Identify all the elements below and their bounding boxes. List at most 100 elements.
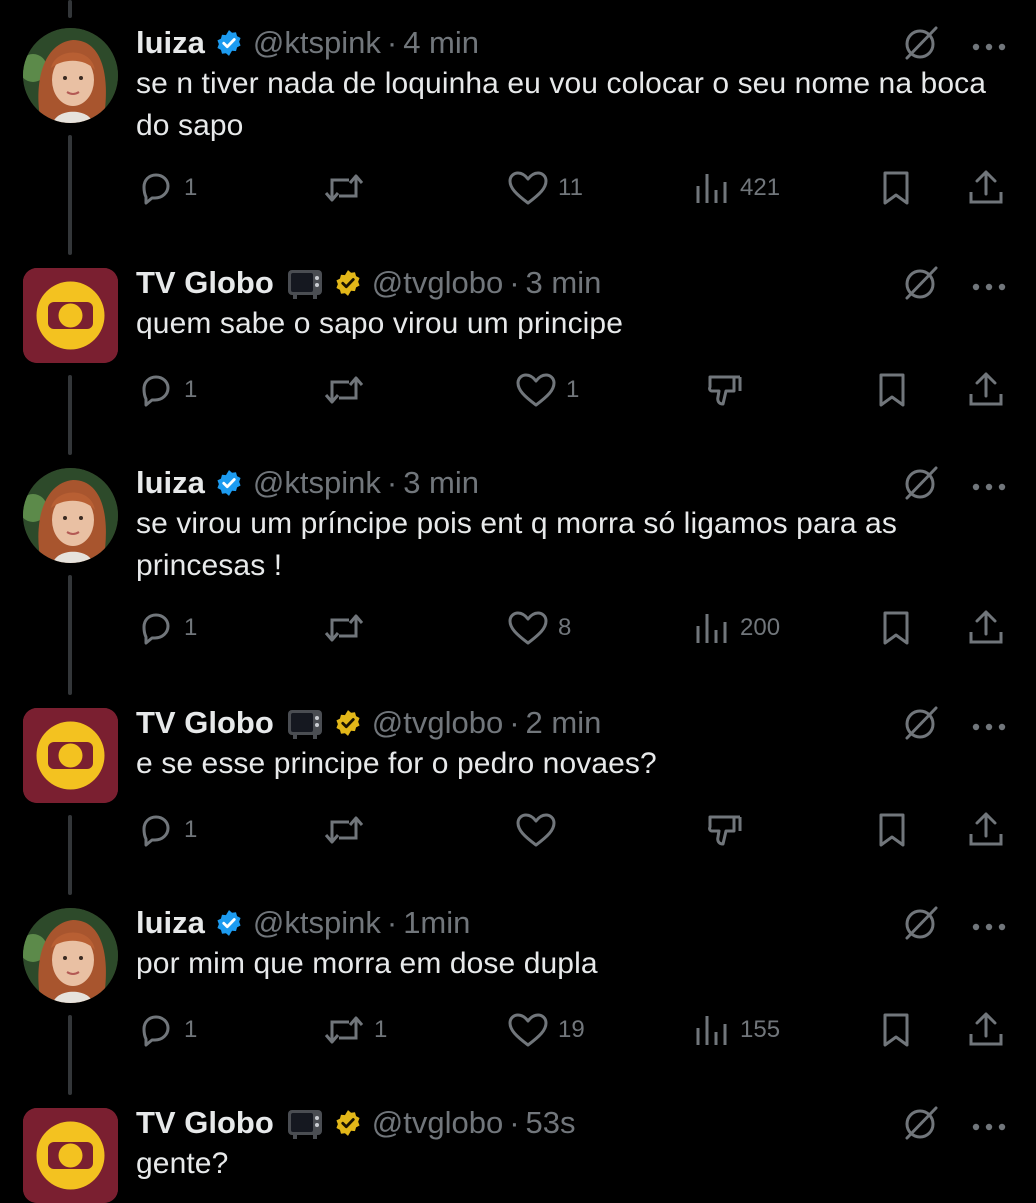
- tweet-text: por mim que morra em dose dupla: [136, 947, 598, 980]
- separator-dot: ·: [386, 25, 398, 60]
- like-button[interactable]: 8: [506, 606, 571, 650]
- separator-dot: ·: [386, 905, 398, 940]
- repost-button[interactable]: [322, 166, 374, 210]
- like-count: 1: [566, 376, 580, 403]
- views-button[interactable]: 200: [692, 606, 780, 650]
- separator-dot: ·: [509, 1105, 520, 1140]
- repost-button[interactable]: [322, 606, 374, 650]
- television-emoji-icon: [286, 704, 324, 742]
- reply-button[interactable]: 1: [136, 606, 197, 650]
- share-icon: [969, 812, 1003, 846]
- action-bar: 1: [0, 808, 1036, 852]
- view-count: 200: [740, 614, 781, 641]
- like-button[interactable]: 1: [514, 368, 579, 412]
- like-count: 8: [558, 614, 572, 641]
- downvote-button[interactable]: [704, 368, 744, 412]
- avatar[interactable]: [23, 708, 118, 803]
- display-name[interactable]: luiza: [136, 25, 205, 61]
- like-button[interactable]: 19: [506, 1008, 585, 1052]
- verified-gold-icon: [334, 269, 362, 297]
- verified-blue-icon: [215, 29, 243, 57]
- heart-icon: [508, 171, 548, 205]
- reply-count: 1: [184, 816, 198, 843]
- timestamp[interactable]: 1min: [403, 905, 470, 941]
- user-handle[interactable]: @ktspink: [253, 465, 381, 501]
- more-options-icon[interactable]: [972, 718, 1006, 731]
- separator-dot: ·: [509, 265, 520, 300]
- avatar[interactable]: [23, 268, 118, 363]
- grok-icon[interactable]: [903, 705, 939, 741]
- repost-button[interactable]: 1: [322, 1008, 387, 1052]
- separator-dot: ·: [509, 705, 520, 740]
- reply-button[interactable]: 1: [136, 1008, 197, 1052]
- like-button[interactable]: 11: [506, 166, 583, 210]
- downvote-button[interactable]: [704, 808, 744, 852]
- share-button[interactable]: [966, 166, 1006, 210]
- avatar[interactable]: [23, 28, 118, 123]
- bookmark-button[interactable]: [872, 368, 912, 412]
- reply-count: 1: [184, 614, 198, 641]
- more-options-icon[interactable]: [972, 38, 1006, 51]
- display-name[interactable]: luiza: [136, 465, 205, 501]
- analytics-icon: [696, 614, 727, 643]
- display-name[interactable]: TV Globo: [136, 705, 274, 741]
- display-name[interactable]: TV Globo: [136, 265, 274, 301]
- grok-icon[interactable]: [903, 25, 939, 61]
- display-name[interactable]: luiza: [136, 905, 205, 941]
- more-options-icon[interactable]: [972, 918, 1006, 931]
- more-options-icon[interactable]: [972, 278, 1006, 291]
- globo-logo-icon: [23, 708, 118, 803]
- repost-button[interactable]: [322, 808, 374, 852]
- bookmark-icon: [883, 1013, 909, 1047]
- reply-button[interactable]: 1: [136, 166, 197, 210]
- tweet-text: se n tiver nada de loquinha eu vou coloc…: [136, 67, 987, 142]
- heart-icon: [516, 373, 556, 407]
- user-handle[interactable]: @ktspink: [253, 905, 381, 941]
- tweet-text: gente?: [136, 1147, 229, 1180]
- grok-icon[interactable]: [903, 905, 939, 941]
- views-button[interactable]: 421: [692, 166, 780, 210]
- views-button[interactable]: 155: [692, 1008, 780, 1052]
- bookmark-button[interactable]: [876, 606, 916, 650]
- tweet-header: TV Globo @tvglobo · 3 min: [136, 258, 601, 308]
- timestamp[interactable]: 4 min: [403, 25, 479, 61]
- grok-icon[interactable]: [903, 1105, 939, 1141]
- bookmark-button[interactable]: [876, 1008, 916, 1052]
- tweet-text: quem sabe o sapo virou um principe: [136, 307, 624, 340]
- user-handle[interactable]: @tvglobo: [372, 1105, 503, 1141]
- repost-icon: [324, 174, 364, 202]
- avatar[interactable]: [23, 468, 118, 563]
- bookmark-icon: [879, 813, 905, 847]
- share-button[interactable]: [966, 808, 1006, 852]
- reply-button[interactable]: 1: [136, 368, 197, 412]
- display-name[interactable]: TV Globo: [136, 1105, 274, 1141]
- timestamp[interactable]: 3 min: [403, 465, 479, 501]
- share-button[interactable]: [966, 606, 1006, 650]
- share-button[interactable]: [966, 368, 1006, 412]
- reply-icon: [142, 173, 170, 205]
- more-options-icon[interactable]: [972, 1118, 1006, 1131]
- timestamp[interactable]: 53s: [526, 1105, 576, 1141]
- action-bar: 1 1 19 155: [0, 1008, 1036, 1052]
- repost-button[interactable]: [322, 368, 374, 412]
- grok-icon[interactable]: [903, 465, 939, 501]
- reply-icon: [142, 1015, 170, 1047]
- user-handle[interactable]: @tvglobo: [372, 265, 503, 301]
- user-handle[interactable]: @ktspink: [253, 25, 381, 61]
- reply-icon: [142, 815, 170, 847]
- share-button[interactable]: [966, 1008, 1006, 1052]
- share-icon: [969, 1012, 1003, 1046]
- user-handle[interactable]: @tvglobo: [372, 705, 503, 741]
- like-button[interactable]: [514, 808, 566, 852]
- timestamp[interactable]: 3 min: [526, 265, 602, 301]
- avatar[interactable]: [23, 908, 118, 1003]
- reply-button[interactable]: 1: [136, 808, 197, 852]
- avatar[interactable]: [23, 1108, 118, 1203]
- bookmark-button[interactable]: [876, 166, 916, 210]
- repost-icon: [324, 614, 364, 642]
- bookmark-button[interactable]: [872, 808, 912, 852]
- timestamp[interactable]: 2 min: [526, 705, 602, 741]
- verified-gold-icon: [334, 1109, 362, 1137]
- more-options-icon[interactable]: [972, 478, 1006, 491]
- grok-icon[interactable]: [903, 265, 939, 301]
